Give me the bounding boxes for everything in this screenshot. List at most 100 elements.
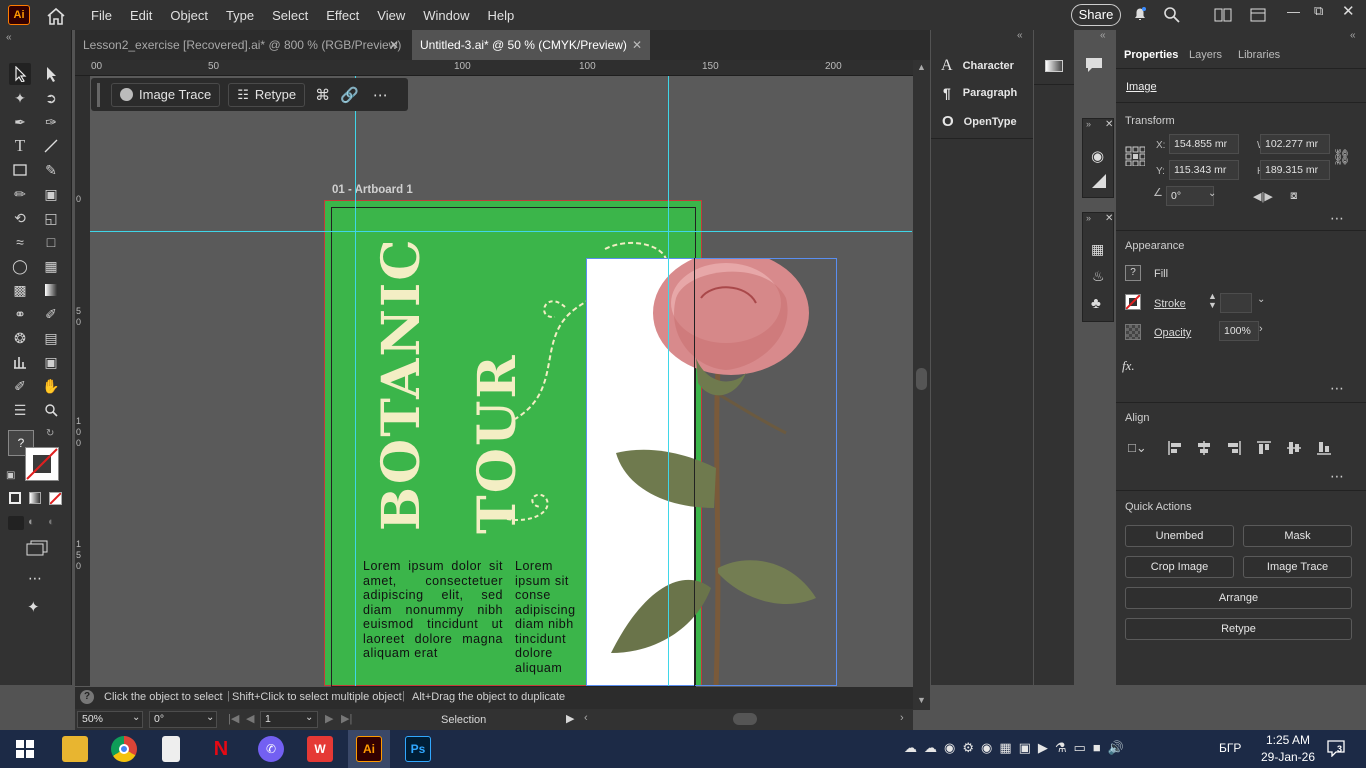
slice-tool-icon[interactable]: ▤: [40, 327, 62, 349]
menu-type[interactable]: Type: [217, 8, 263, 23]
search-icon[interactable]: [1163, 6, 1181, 24]
align-top-icon[interactable]: [1256, 440, 1272, 456]
image-trace-action-button[interactable]: Image Trace: [1243, 556, 1352, 578]
scroll-thumb[interactable]: [916, 368, 927, 390]
viber-icon[interactable]: ✆: [258, 736, 284, 762]
menu-object[interactable]: Object: [161, 8, 217, 23]
more-appearance-icon[interactable]: ⋯: [1330, 380, 1344, 397]
arrange-button[interactable]: Arrange: [1125, 587, 1352, 609]
vertical-scrollbar[interactable]: ▲ ▼: [913, 60, 930, 710]
reference-point-icon[interactable]: [1125, 146, 1146, 167]
retype-action-button[interactable]: Retype: [1125, 618, 1352, 640]
clock-time[interactable]: 1:25 AM: [1262, 733, 1314, 747]
stroke-weight-field[interactable]: [1220, 293, 1252, 313]
type-tool-icon[interactable]: T: [9, 135, 31, 157]
horizontal-ruler[interactable]: 00 50 100 150 200 100: [75, 60, 913, 76]
menu-effect[interactable]: Effect: [317, 8, 368, 23]
screen-mode-icon[interactable]: [26, 540, 48, 556]
puppet-warp-icon[interactable]: ☰: [9, 399, 31, 421]
stroke-dropdown-icon[interactable]: ⌄: [1257, 294, 1265, 305]
align-right-icon[interactable]: [1226, 440, 1242, 456]
stroke-stepper-icon[interactable]: ▲ ▼: [1208, 292, 1217, 310]
blend-tool-icon[interactable]: ⚭: [9, 303, 31, 325]
direct-selection-tool-icon[interactable]: [40, 63, 62, 85]
panel-close-icon[interactable]: ✕: [1105, 119, 1113, 130]
drag-handle[interactable]: [97, 83, 100, 107]
language-indicator[interactable]: БГР: [1219, 741, 1241, 755]
panel-collapse-icon[interactable]: «: [1017, 30, 1023, 41]
effects-icon[interactable]: fx.: [1122, 358, 1135, 374]
arrange-docs-icon[interactable]: [1214, 8, 1232, 22]
body-text-col1[interactable]: Lorem ipsum dolor sit amet, consectetuer…: [363, 559, 503, 687]
zoom-dropdown-icon[interactable]: ⌄: [132, 712, 140, 723]
scroll-up-arrow[interactable]: ▲: [917, 62, 926, 72]
more-options-icon[interactable]: ⋯: [373, 86, 388, 104]
mode-arrow-icon[interactable]: ▶: [566, 712, 574, 725]
width-tool-icon[interactable]: ≈: [9, 231, 31, 253]
artboard-tool-icon[interactable]: ▣: [40, 351, 62, 373]
align-hcenter-icon[interactable]: [1196, 440, 1212, 456]
perspective-grid-icon[interactable]: ▦: [40, 255, 62, 277]
vertical-ruler[interactable]: 0 50 100 150: [75, 76, 90, 686]
last-artboard-icon[interactable]: ▶|: [341, 712, 352, 725]
mesh-tool-icon[interactable]: ▩: [9, 279, 31, 301]
document-icon[interactable]: [162, 736, 180, 762]
zoom-tool-icon[interactable]: [40, 399, 62, 421]
eraser-icon[interactable]: ▣: [40, 183, 62, 205]
rotate-dropdown-icon[interactable]: ⌄: [1208, 188, 1216, 199]
tab-libraries[interactable]: Libraries: [1238, 49, 1280, 61]
opacity-label[interactable]: Opacity: [1154, 327, 1191, 339]
align-vcenter-icon[interactable]: [1286, 440, 1302, 456]
netflix-icon[interactable]: N: [208, 736, 234, 762]
unembed-button[interactable]: Unembed: [1125, 525, 1234, 547]
brushes-icon[interactable]: ♨: [1092, 268, 1105, 285]
mask-button[interactable]: Mask: [1243, 525, 1352, 547]
stroke-label[interactable]: Stroke: [1154, 298, 1186, 310]
curvature-tool-icon[interactable]: ✑: [40, 111, 62, 133]
close-tab-icon[interactable]: ✕: [389, 30, 399, 60]
draw-normal-icon[interactable]: [8, 516, 24, 530]
hscroll-left-icon[interactable]: ‹: [584, 712, 588, 724]
color-guide-icon[interactable]: ◉: [1091, 147, 1104, 165]
artboard-dropdown-icon[interactable]: ⌄: [305, 712, 313, 723]
character-panel-item[interactable]: A Character: [941, 57, 1014, 75]
magic-wand-icon[interactable]: ✦: [9, 87, 31, 109]
swap-fill-stroke-icon[interactable]: ↻: [46, 428, 54, 439]
crop-image-button[interactable]: Crop Image: [1125, 556, 1234, 578]
stroke-swatch[interactable]: [25, 447, 59, 481]
flip-horizontal-icon[interactable]: ◀|▶: [1253, 190, 1273, 203]
menu-edit[interactable]: Edit: [121, 8, 161, 23]
opacity-arrow-icon[interactable]: ›: [1259, 323, 1263, 335]
color-mode-icon[interactable]: [9, 492, 21, 504]
paragraph-panel-item[interactable]: ¶ Paragraph: [943, 85, 1017, 101]
menu-window[interactable]: Window: [414, 8, 478, 23]
rotate-dropdown-icon[interactable]: ⌄: [206, 712, 214, 723]
gradient-triangle-icon[interactable]: [1091, 173, 1107, 189]
link-icon[interactable]: 🔗: [340, 86, 359, 104]
panel-collapse-icon[interactable]: «: [1100, 30, 1106, 41]
flip-vertical-icon[interactable]: ⧇: [1290, 188, 1298, 203]
rectangle-tool-icon[interactable]: [9, 159, 31, 181]
share-button[interactable]: Share: [1071, 4, 1121, 26]
opacity-field[interactable]: 100%: [1219, 321, 1259, 341]
constrain-proportions-icon[interactable]: ⛓: [1332, 148, 1351, 166]
home-icon[interactable]: [46, 7, 65, 25]
bell-icon[interactable]: [1132, 6, 1148, 22]
close-tab-icon[interactable]: ✕: [632, 30, 642, 60]
stroke-swatch-small[interactable]: [1125, 294, 1141, 310]
comments-icon[interactable]: [1084, 56, 1104, 74]
hscroll-thumb[interactable]: [733, 713, 757, 725]
symbols-icon[interactable]: ♣: [1091, 295, 1101, 312]
align-left-icon[interactable]: [1167, 440, 1183, 456]
selection-tool-icon[interactable]: [9, 63, 31, 85]
chrome-icon[interactable]: [111, 736, 137, 762]
scroll-down-arrow[interactable]: ▼: [917, 695, 926, 705]
eyedropper2-icon[interactable]: ✐: [9, 375, 31, 397]
illustrator-taskbar-icon[interactable]: Ai: [356, 736, 382, 762]
default-colors-icon[interactable]: ▣: [6, 470, 15, 481]
gradient-tool-icon[interactable]: [40, 279, 62, 301]
w-field[interactable]: 102.277 mr: [1260, 134, 1330, 154]
shape-builder-icon[interactable]: ◯: [9, 255, 31, 277]
notification-icon[interactable]: [1326, 739, 1346, 758]
body-text-col2[interactable]: Lorem ipsum sit conse adipiscing diam ni…: [515, 559, 587, 687]
